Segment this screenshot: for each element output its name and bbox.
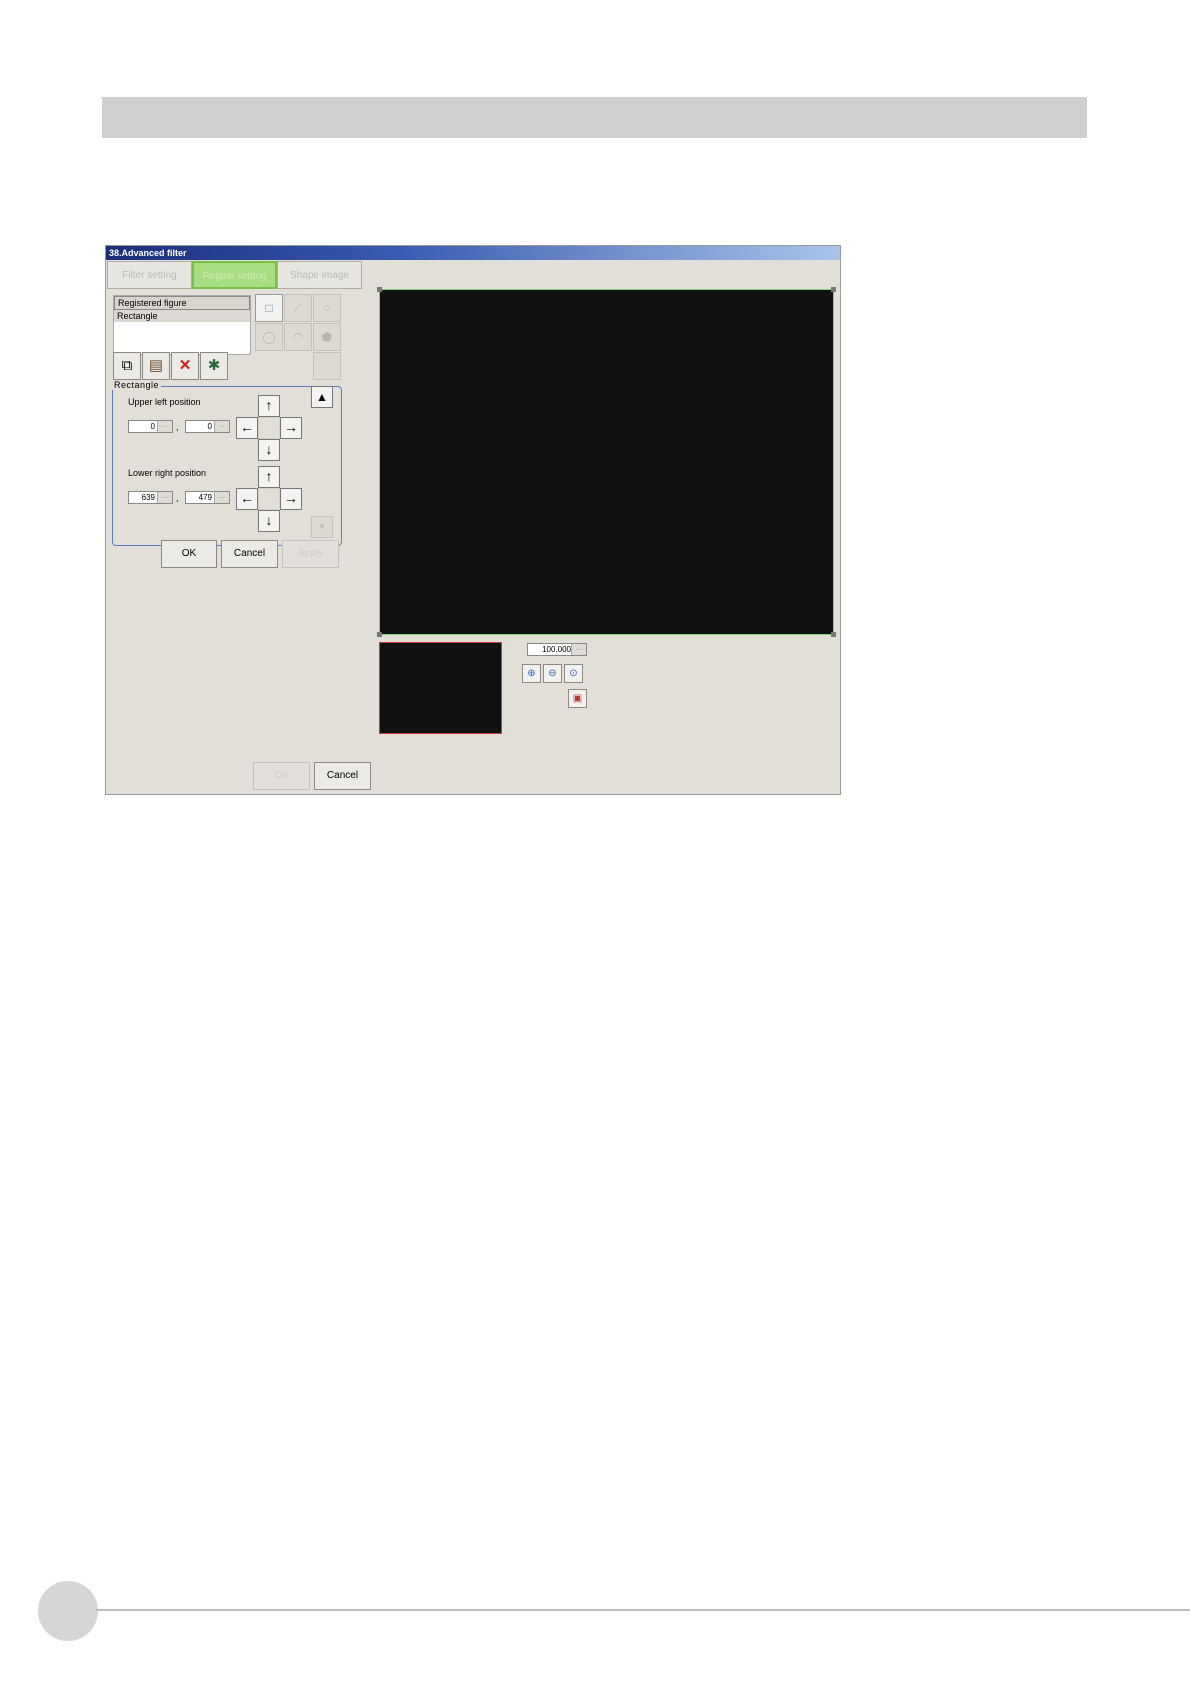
region-handle-bottom-left[interactable] <box>377 632 382 637</box>
lower-right-left-button[interactable]: ← <box>236 488 258 510</box>
lower-right-x-field[interactable]: 639... <box>128 491 173 504</box>
lower-right-right-button[interactable]: → <box>280 488 302 510</box>
upper-left-center <box>258 417 280 439</box>
tab-filter-setting[interactable]: Filter setting <box>107 261 192 289</box>
upper-left-y-field[interactable]: 0... <box>185 420 230 433</box>
rectangle-group <box>112 386 342 546</box>
upper-left-up-button[interactable]: ↑ <box>258 395 280 417</box>
zoom-field[interactable]: 100.000... <box>527 643 587 656</box>
image-canvas[interactable] <box>377 287 836 637</box>
lower-right-x-button[interactable]: ... <box>157 492 172 503</box>
lower-right-center <box>258 488 280 510</box>
delete-icon: ✕ <box>178 357 192 374</box>
lower-right-down-button[interactable]: ↓ <box>258 510 280 532</box>
zoom-field-button[interactable]: ... <box>571 644 586 655</box>
upper-left-down-button[interactable]: ↓ <box>258 439 280 461</box>
color-icon: ✱ <box>207 357 221 374</box>
zoom-out-button[interactable]: ⊖ <box>543 664 562 683</box>
paste-button[interactable]: ▤ <box>142 352 170 380</box>
copy-icon: ⧉ <box>121 357 133 374</box>
advanced-filter-window: 38.Advanced filter Filter setting Region… <box>105 245 841 795</box>
rectangle-group-legend: Rectangle <box>112 380 162 390</box>
zoom-in-icon: ⊕ <box>527 668 536 679</box>
delete-button[interactable]: ✕ <box>171 352 199 380</box>
lower-right-y-value: 479 <box>198 493 212 502</box>
lower-right-up-button[interactable]: ↑ <box>258 466 280 488</box>
upper-left-x-button[interactable]: ... <box>157 421 172 432</box>
arc-shape-button[interactable]: ◠ <box>284 323 312 351</box>
region-handle-top-right[interactable] <box>831 287 836 292</box>
tab-shape-image[interactable]: Shape image <box>277 261 362 289</box>
ellipse-shape-button[interactable]: ◯ <box>255 323 283 351</box>
registered-figure-list[interactable]: Registered figure Rectangle <box>113 295 251 355</box>
fit-window-icon: ▣ <box>572 693 583 704</box>
upper-left-label: Upper left position <box>128 397 201 407</box>
lower-right-separator: , <box>176 493 179 503</box>
upper-left-right-button[interactable]: → <box>280 417 302 439</box>
upper-left-left-button[interactable]: ← <box>236 417 258 439</box>
zoom-fit-icon: ⊙ <box>569 668 578 679</box>
edit-cancel-button[interactable]: Cancel <box>221 540 278 568</box>
zoom-in-button[interactable]: ⊕ <box>522 664 541 683</box>
lower-right-y-button[interactable]: ... <box>214 492 229 503</box>
dialog-cancel-button[interactable]: Cancel <box>314 762 371 790</box>
circle-shape-button[interactable]: ○ <box>313 294 341 322</box>
upper-left-y-value: 0 <box>207 422 212 431</box>
region-handle-bottom-right[interactable] <box>831 632 836 637</box>
paste-icon: ▤ <box>148 357 164 374</box>
zoom-value: 100.000 <box>542 645 571 654</box>
fit-window-button[interactable]: ▣ <box>568 689 587 708</box>
tab-region-setting[interactable]: Region setting <box>192 261 277 289</box>
list-item[interactable]: Rectangle <box>114 310 250 322</box>
region-handle-top-left[interactable] <box>377 287 382 292</box>
scroll-up-button[interactable]: ▲ <box>311 386 333 408</box>
lower-right-label: Lower right position <box>128 468 207 478</box>
lower-right-y-field[interactable]: 479... <box>185 491 230 504</box>
edit-apply-button[interactable]: Apply <box>282 540 339 568</box>
line-shape-button[interactable]: ⟋ <box>284 294 312 322</box>
copy-button[interactable]: ⧉ <box>113 352 141 380</box>
footer-rule <box>96 1609 1190 1611</box>
scroll-down-button[interactable]: ▼ <box>311 516 333 538</box>
window-title: 38.Advanced filter <box>106 246 840 260</box>
thumbnail-navigator[interactable] <box>379 642 502 734</box>
polygon-shape-button[interactable]: ⬟ <box>313 323 341 351</box>
page-number-circle <box>38 1581 98 1641</box>
list-header: Registered figure <box>114 296 250 310</box>
lower-right-x-value: 639 <box>141 493 155 502</box>
upper-left-separator: , <box>176 422 179 432</box>
zoom-out-icon: ⊖ <box>548 668 557 679</box>
upper-left-x-value: 0 <box>150 422 155 431</box>
zoom-fit-button[interactable]: ⊙ <box>564 664 583 683</box>
section-header-bar <box>102 97 1087 138</box>
extra-shape-button[interactable] <box>313 352 341 380</box>
upper-left-y-button[interactable]: ... <box>214 421 229 432</box>
rectangle-shape-button[interactable]: □ <box>255 294 283 322</box>
dialog-ok-button[interactable]: OK <box>253 762 310 790</box>
upper-left-x-field[interactable]: 0... <box>128 420 173 433</box>
color-button[interactable]: ✱ <box>200 352 228 380</box>
edit-ok-button[interactable]: OK <box>161 540 217 568</box>
